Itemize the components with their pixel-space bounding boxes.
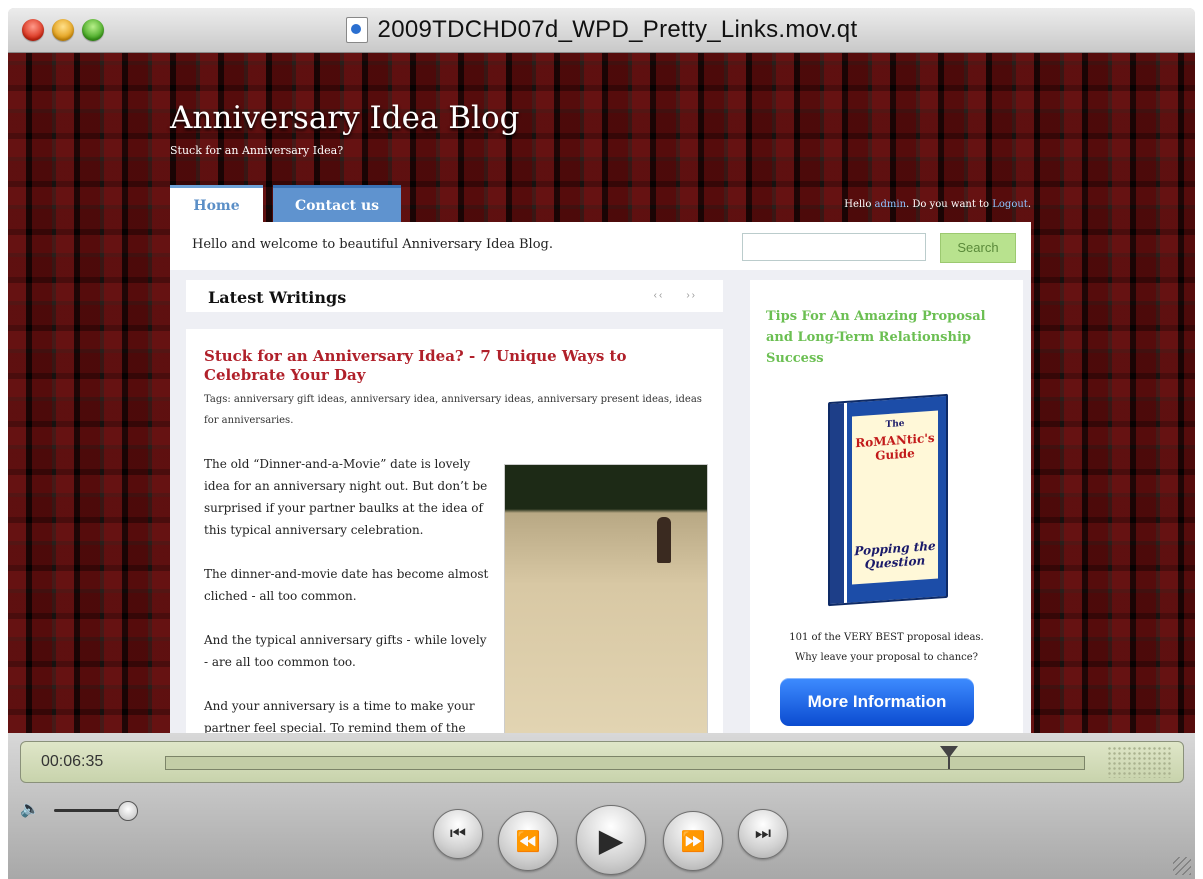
window-title: 2009TDCHD07d_WPD_Pretty_Links.mov.qt [377, 16, 858, 43]
tab-contact-us: Contact us [273, 185, 401, 226]
greeting-prefix: Hello [844, 199, 875, 210]
window-title-group: 2009TDCHD07d_WPD_Pretty_Links.mov.qt [8, 16, 1195, 44]
couple-figure [657, 517, 671, 563]
latest-writings-pager: ‹‹ ›› [632, 290, 697, 301]
skip-to-end-icon: ⏭ [754, 823, 772, 844]
timeline-scrubber[interactable] [165, 756, 1085, 770]
sidebar-ad-title: Tips For An Amazing Proposal and Long-Te… [766, 309, 986, 366]
blog-search-button: Search [940, 233, 1016, 263]
video-frame[interactable]: Anniversary Idea Blog Stuck for an Anniv… [8, 53, 1195, 733]
sidebar-caption-line2: Why leave your proposal to chance? [794, 652, 979, 663]
rewind-button[interactable]: ⏪ [498, 811, 558, 871]
player-controls: 00:06:35 🔈 ⏮ ⏪ ▶ ⏩ ⏭ [8, 733, 1195, 879]
admin-greeting: Hello admin. Do you want to Logout. [788, 199, 1031, 210]
volume-slider-knob[interactable] [118, 801, 138, 821]
playhead-line [948, 756, 950, 769]
next-arrow-icon: ›› [686, 290, 697, 301]
lcd-texture [1107, 746, 1173, 778]
more-information-button: More Information [780, 678, 974, 726]
post-tags: Tags: anniversary gift ideas, anniversar… [204, 394, 702, 426]
play-icon: ▶ [598, 821, 624, 859]
book-title-line2: RoMANtic's Guide [855, 430, 935, 463]
book-cover-image: The RoMANtic's Guide Popping the Questio… [828, 393, 948, 607]
tab-home: Home [170, 185, 263, 226]
logout-link: Logout [992, 199, 1028, 210]
post-body: The old “Dinner-and-a-Movie” date is lov… [204, 453, 494, 733]
book-title-line1: The [885, 418, 905, 431]
fast-forward-button[interactable]: ⏩ [663, 811, 723, 871]
welcome-bar: Hello and welcome to beautiful Anniversa… [170, 222, 1031, 270]
sidebar-caption-line1: 101 of the VERY BEST proposal ideas. [789, 632, 984, 643]
movie-file-icon [345, 17, 368, 43]
skip-to-start-button[interactable]: ⏮ [433, 809, 483, 859]
volume-slider-track[interactable] [54, 809, 126, 812]
latest-writings-bar: Latest Writings ‹‹ ›› [186, 280, 723, 312]
latest-writings-title: Latest Writings [208, 288, 347, 307]
post-title: Stuck for an Anniversary Idea? - 7 Uniqu… [204, 347, 627, 384]
volume-icon[interactable]: 🔈 [20, 799, 40, 819]
blog-post: Stuck for an Anniversary Idea? - 7 Uniqu… [186, 329, 723, 733]
beach-photo [504, 464, 708, 733]
book-title-line3: Popping the Question [854, 538, 936, 572]
current-time: 00:06:35 [41, 753, 104, 770]
admin-link: admin [874, 199, 907, 210]
resize-grip-icon[interactable] [1173, 857, 1191, 875]
rewind-icon: ⏪ [515, 829, 541, 853]
fast-forward-icon: ⏩ [680, 829, 706, 853]
greeting-mid: . Do you want to [906, 199, 993, 210]
post-paragraph: And your anniversary is a time to make y… [204, 699, 475, 733]
skip-to-start-icon: ⏮ [449, 823, 467, 844]
prev-arrow-icon: ‹‹ [653, 290, 665, 301]
post-paragraph: The dinner-and-movie date has become alm… [204, 567, 489, 603]
post-paragraph: The old “Dinner-and-a-Movie” date is lov… [204, 457, 488, 537]
post-paragraph: And the typical anniversary gifts - whil… [204, 633, 487, 669]
blog-content-panel: Hello and welcome to beautiful Anniversa… [170, 222, 1031, 733]
skip-to-end-button[interactable]: ⏭ [738, 809, 788, 859]
player-window: 2009TDCHD07d_WPD_Pretty_Links.mov.qt Ann… [8, 8, 1195, 879]
sidebar-caption: 101 of the VERY BEST proposal ideas. Why… [750, 628, 1023, 668]
blog-tagline: Stuck for an Anniversary Idea? [170, 144, 344, 157]
book-cover-front: The RoMANtic's Guide Popping the Questio… [852, 410, 938, 585]
blog-title: Anniversary Idea Blog [170, 100, 520, 136]
play-button[interactable]: ▶ [576, 805, 646, 875]
title-bar[interactable]: 2009TDCHD07d_WPD_Pretty_Links.mov.qt [8, 8, 1195, 53]
blog-search-input [742, 233, 926, 261]
greeting-end: . [1027, 199, 1031, 210]
timeline-display: 00:06:35 [20, 741, 1184, 783]
welcome-text: Hello and welcome to beautiful Anniversa… [192, 237, 553, 252]
sidebar-ad: Tips For An Amazing Proposal and Long-Te… [750, 280, 1023, 733]
